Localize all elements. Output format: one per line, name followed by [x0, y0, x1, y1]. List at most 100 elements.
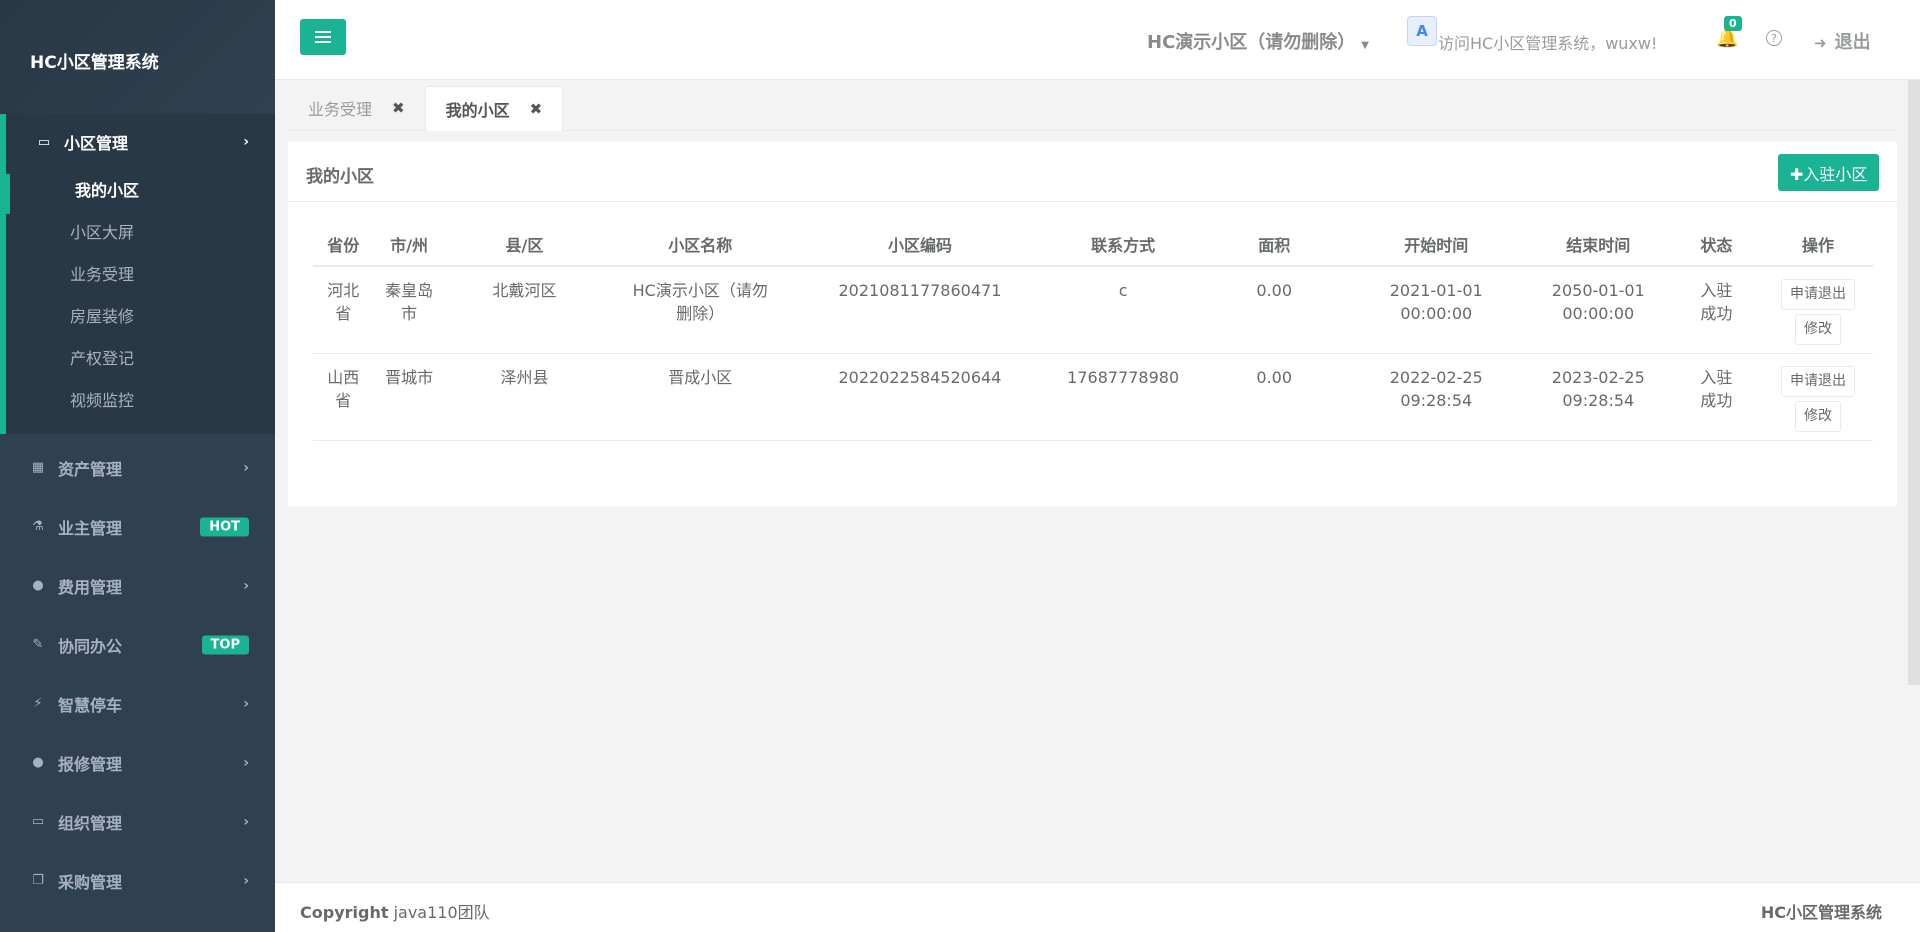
sidebar-subitem-business[interactable]: 业务受理	[6, 254, 275, 296]
sidebar-item-label: 智慧停车	[58, 695, 123, 715]
bell-icon[interactable]: 🔔	[1716, 28, 1738, 49]
sidebar-item-office[interactable]: ✎ 协同办公 TOP	[0, 615, 275, 674]
cell-name: HC演示小区（请勿删除）	[604, 266, 797, 354]
close-icon[interactable]: ✖	[392, 99, 405, 117]
notification-count-badge: 0	[1724, 16, 1742, 31]
copyright-team: java110团队	[393, 903, 490, 922]
cell-status: 入驻成功	[1669, 353, 1764, 441]
tab-label: 我的小区	[445, 100, 510, 120]
sidebar-subitem-big-screen[interactable]: 小区大屏	[6, 212, 275, 254]
cell-end-time: 2023-02-25 09:28:54	[1526, 353, 1670, 441]
hot-badge: HOT	[200, 517, 249, 536]
community-table: 省份 市/州 县/区 小区名称 小区编码 联系方式 面积 开始时间 结束时间 状…	[313, 222, 1873, 441]
desktop-icon: ▭	[31, 814, 45, 829]
tab-business[interactable]: 业务受理 ✖	[288, 85, 425, 130]
edit-icon: ✎	[32, 637, 44, 652]
table-row: 山西省 晋城市 泽州县 晋成小区 2022022584520644 176877…	[313, 353, 1873, 441]
apply-exit-button[interactable]: 申请退出	[1781, 365, 1856, 397]
top-navbar: HC演示小区（请勿删除） ▼ A 访问HC小区管理系统，wuxw! 🔔 0 ? ➜…	[275, 0, 1920, 80]
logout-button[interactable]: ➜ 退出	[1814, 28, 1871, 54]
cell-name: 晋成小区	[604, 353, 797, 441]
sidebar-item-assets[interactable]: ▦ 资产管理 ›	[0, 438, 275, 497]
column-header: 开始时间	[1345, 222, 1527, 267]
copyright: Copyright java110团队	[300, 899, 490, 923]
tab-my-community[interactable]: 我的小区 ✖	[424, 86, 564, 131]
help-icon[interactable]: ?	[1766, 30, 1782, 46]
top-badge: TOP	[201, 635, 249, 654]
sidebar-item-label: 采购管理	[58, 872, 123, 892]
cell-province: 河北省	[313, 266, 374, 354]
sidebar-item-label: 小区管理	[64, 134, 129, 153]
sidebar-item-purchase[interactable]: ❐ 采购管理 ›	[0, 851, 275, 910]
hamburger-icon	[315, 31, 331, 43]
copyright-label: Copyright	[300, 903, 389, 922]
panel-header: 我的小区 ✚入驻小区	[288, 142, 1897, 202]
edit-button[interactable]: 修改	[1795, 400, 1842, 432]
cell-city: 晋城市	[373, 353, 445, 441]
sidebar-subitem-property[interactable]: 产权登记	[6, 338, 275, 380]
tab-label: 业务受理	[308, 99, 373, 119]
column-header: 县/区	[444, 222, 605, 267]
chevron-right-icon: ›	[243, 695, 249, 712]
bolt-icon: ⚡	[33, 696, 43, 711]
chevron-right-icon: ›	[243, 754, 249, 771]
copy-icon: ❐	[32, 873, 44, 888]
page-tabs: 业务受理 ✖ 我的小区 ✖	[288, 86, 1897, 131]
cell-text: 2022-02-25 09:28:54	[1389, 367, 1483, 410]
footer: Copyright java110团队 HC小区管理系统	[275, 882, 1920, 932]
cell-text: 2050-01-01 00:00:00	[1551, 281, 1645, 323]
translate-icon[interactable]: A	[1407, 16, 1437, 46]
sidebar: HC小区管理系统 ▭ 小区管理 › 我的小区 小区大屏 业务受理 房屋装修 产权…	[0, 0, 275, 932]
table-row: 河北省 秦皇岛市 北戴河区 HC演示小区（请勿删除） 2021081177860…	[313, 266, 1873, 354]
panel-title: 我的小区	[306, 167, 374, 187]
sidebar-item-label: 报修管理	[58, 754, 123, 774]
column-header: 联系方式	[1043, 222, 1203, 267]
caret-down-icon: ▼	[1361, 40, 1369, 51]
column-header: 结束时间	[1526, 222, 1670, 267]
globe-icon: ●	[32, 578, 44, 593]
cell-area: 0.00	[1202, 353, 1346, 441]
cell-province: 山西省	[313, 353, 374, 441]
sidebar-item-community-management[interactable]: ▭ 小区管理 ›	[6, 114, 275, 170]
chevron-right-icon: ›	[243, 459, 249, 476]
sidebar-item-repair[interactable]: ● 报修管理 ›	[0, 733, 275, 792]
sidebar-subitem-video[interactable]: 视频监控	[6, 380, 275, 422]
sidebar-item-org[interactable]: ▭ 组织管理 ›	[0, 792, 275, 851]
cell-text: 秦皇岛市	[385, 281, 434, 323]
column-header: 省份	[313, 222, 374, 267]
cell-actions: 申请退出 修改	[1763, 353, 1873, 441]
my-community-panel: 我的小区 ✚入驻小区 省份 市/州 县/区 小区名称 小区编码 联系方式 面积 …	[288, 142, 1897, 506]
cell-status: 入驻成功	[1669, 266, 1764, 354]
logout-label: 退出	[1834, 32, 1871, 53]
laptop-icon: ▭	[37, 134, 51, 150]
chevron-right-icon: ›	[243, 813, 249, 830]
chevron-right-icon: ›	[243, 577, 249, 594]
community-selector[interactable]: HC演示小区（请勿删除） ▼	[1147, 28, 1369, 54]
sidebar-item-fees[interactable]: ● 费用管理 ›	[0, 556, 275, 615]
sidebar-item-owners[interactable]: ⚗ 业主管理 HOT	[0, 497, 275, 556]
sidebar-subitem-decoration[interactable]: 房屋装修	[6, 296, 275, 338]
column-header: 面积	[1202, 222, 1346, 267]
cell-district: 泽州县	[444, 353, 605, 441]
menu-toggle-button[interactable]	[300, 19, 346, 55]
column-header: 小区编码	[796, 222, 1044, 267]
sidebar-group-community: ▭ 小区管理 › 我的小区 小区大屏 业务受理 房屋装修 产权登记 视频监控	[0, 114, 275, 434]
apply-exit-button[interactable]: 申请退出	[1781, 279, 1856, 310]
join-community-button[interactable]: ✚入驻小区	[1778, 154, 1880, 191]
sidebar-subitem-my-community[interactable]: 我的小区	[6, 170, 275, 212]
column-header: 操作	[1763, 222, 1873, 267]
cell-text: 河北省	[327, 281, 360, 323]
cell-text: 山西省	[327, 367, 360, 410]
column-header: 状态	[1669, 222, 1764, 267]
cell-text: 入驻成功	[1700, 367, 1733, 410]
welcome-message: 访问HC小区管理系统，wuxw!	[1438, 34, 1658, 53]
cell-district: 北戴河区	[444, 266, 605, 354]
cell-start-time: 2022-02-25 09:28:54	[1345, 353, 1527, 441]
cell-code: 2022022584520644	[796, 353, 1044, 441]
edit-button[interactable]: 修改	[1795, 314, 1842, 345]
community-name: HC演示小区（请勿删除）	[1147, 32, 1356, 53]
close-icon[interactable]: ✖	[530, 100, 543, 118]
scrollbar[interactable]	[1908, 80, 1920, 685]
sidebar-item-parking[interactable]: ⚡ 智慧停车 ›	[0, 674, 275, 733]
cell-start-time: 2021-01-01 00:00:00	[1345, 266, 1527, 354]
